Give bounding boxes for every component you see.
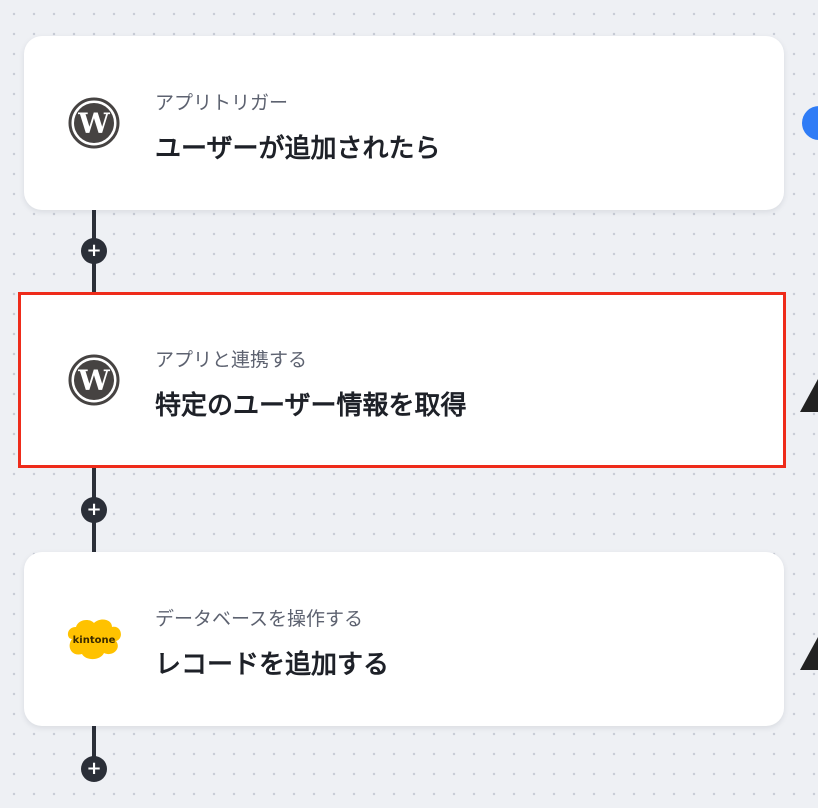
step-type-label: アプリトリガー [155,92,289,114]
status-indicator-icon[interactable] [802,106,818,140]
add-step-button[interactable]: + [81,497,107,523]
kintone-icon: kintone [64,613,124,665]
step-title: ユーザーが追加されたら [155,134,441,164]
flow-step-trigger-card[interactable]: W アプリトリガー ユーザーが追加されたら [24,36,784,210]
flow-step-database-card[interactable]: kintone データベースを操作する レコードを追加する [24,552,784,726]
step-type-label: アプリと連携する [155,349,308,371]
step-type-label: データベースを操作する [155,608,364,630]
warning-icon[interactable] [800,368,818,412]
step-title: レコードを追加する [155,650,390,680]
kintone-logo-text: kintone [73,635,116,646]
wordpress-icon: W [68,354,120,406]
step-title: 特定のユーザー情報を取得 [155,391,467,421]
svg-text:W: W [77,107,110,140]
svg-text:W: W [77,364,110,397]
flow-step-action-card[interactable]: W アプリと連携する 特定のユーザー情報を取得 [18,292,786,468]
add-step-button[interactable]: + [81,238,107,264]
warning-icon[interactable] [800,626,818,670]
wordpress-icon: W [68,97,120,149]
add-step-button[interactable]: + [81,756,107,782]
